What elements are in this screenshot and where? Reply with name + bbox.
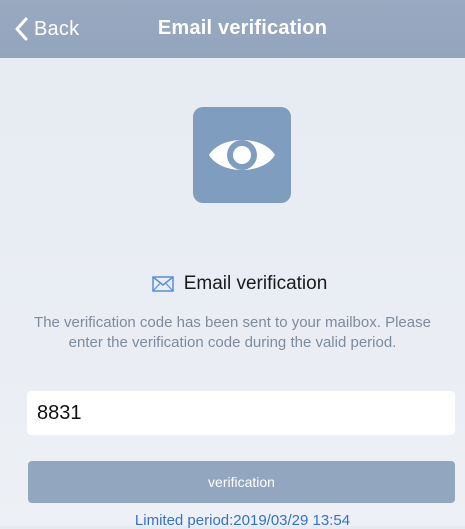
navigation-bar: Back Email verification bbox=[0, 0, 465, 58]
limited-period-text: Limited period:2019/03/29 13:54 bbox=[134, 512, 351, 529]
page-title: Email verification bbox=[157, 17, 328, 39]
envelope-icon bbox=[151, 276, 174, 292]
eye-icon bbox=[209, 140, 275, 170]
section-heading: Email verification bbox=[0, 273, 465, 295]
section-heading-label: Email verification bbox=[183, 273, 328, 294]
app-logo bbox=[193, 107, 291, 203]
verification-code-input[interactable] bbox=[27, 391, 455, 435]
verification-button[interactable]: verification bbox=[28, 461, 455, 503]
instructions-text: The verification code has been sent to y… bbox=[34, 314, 431, 351]
